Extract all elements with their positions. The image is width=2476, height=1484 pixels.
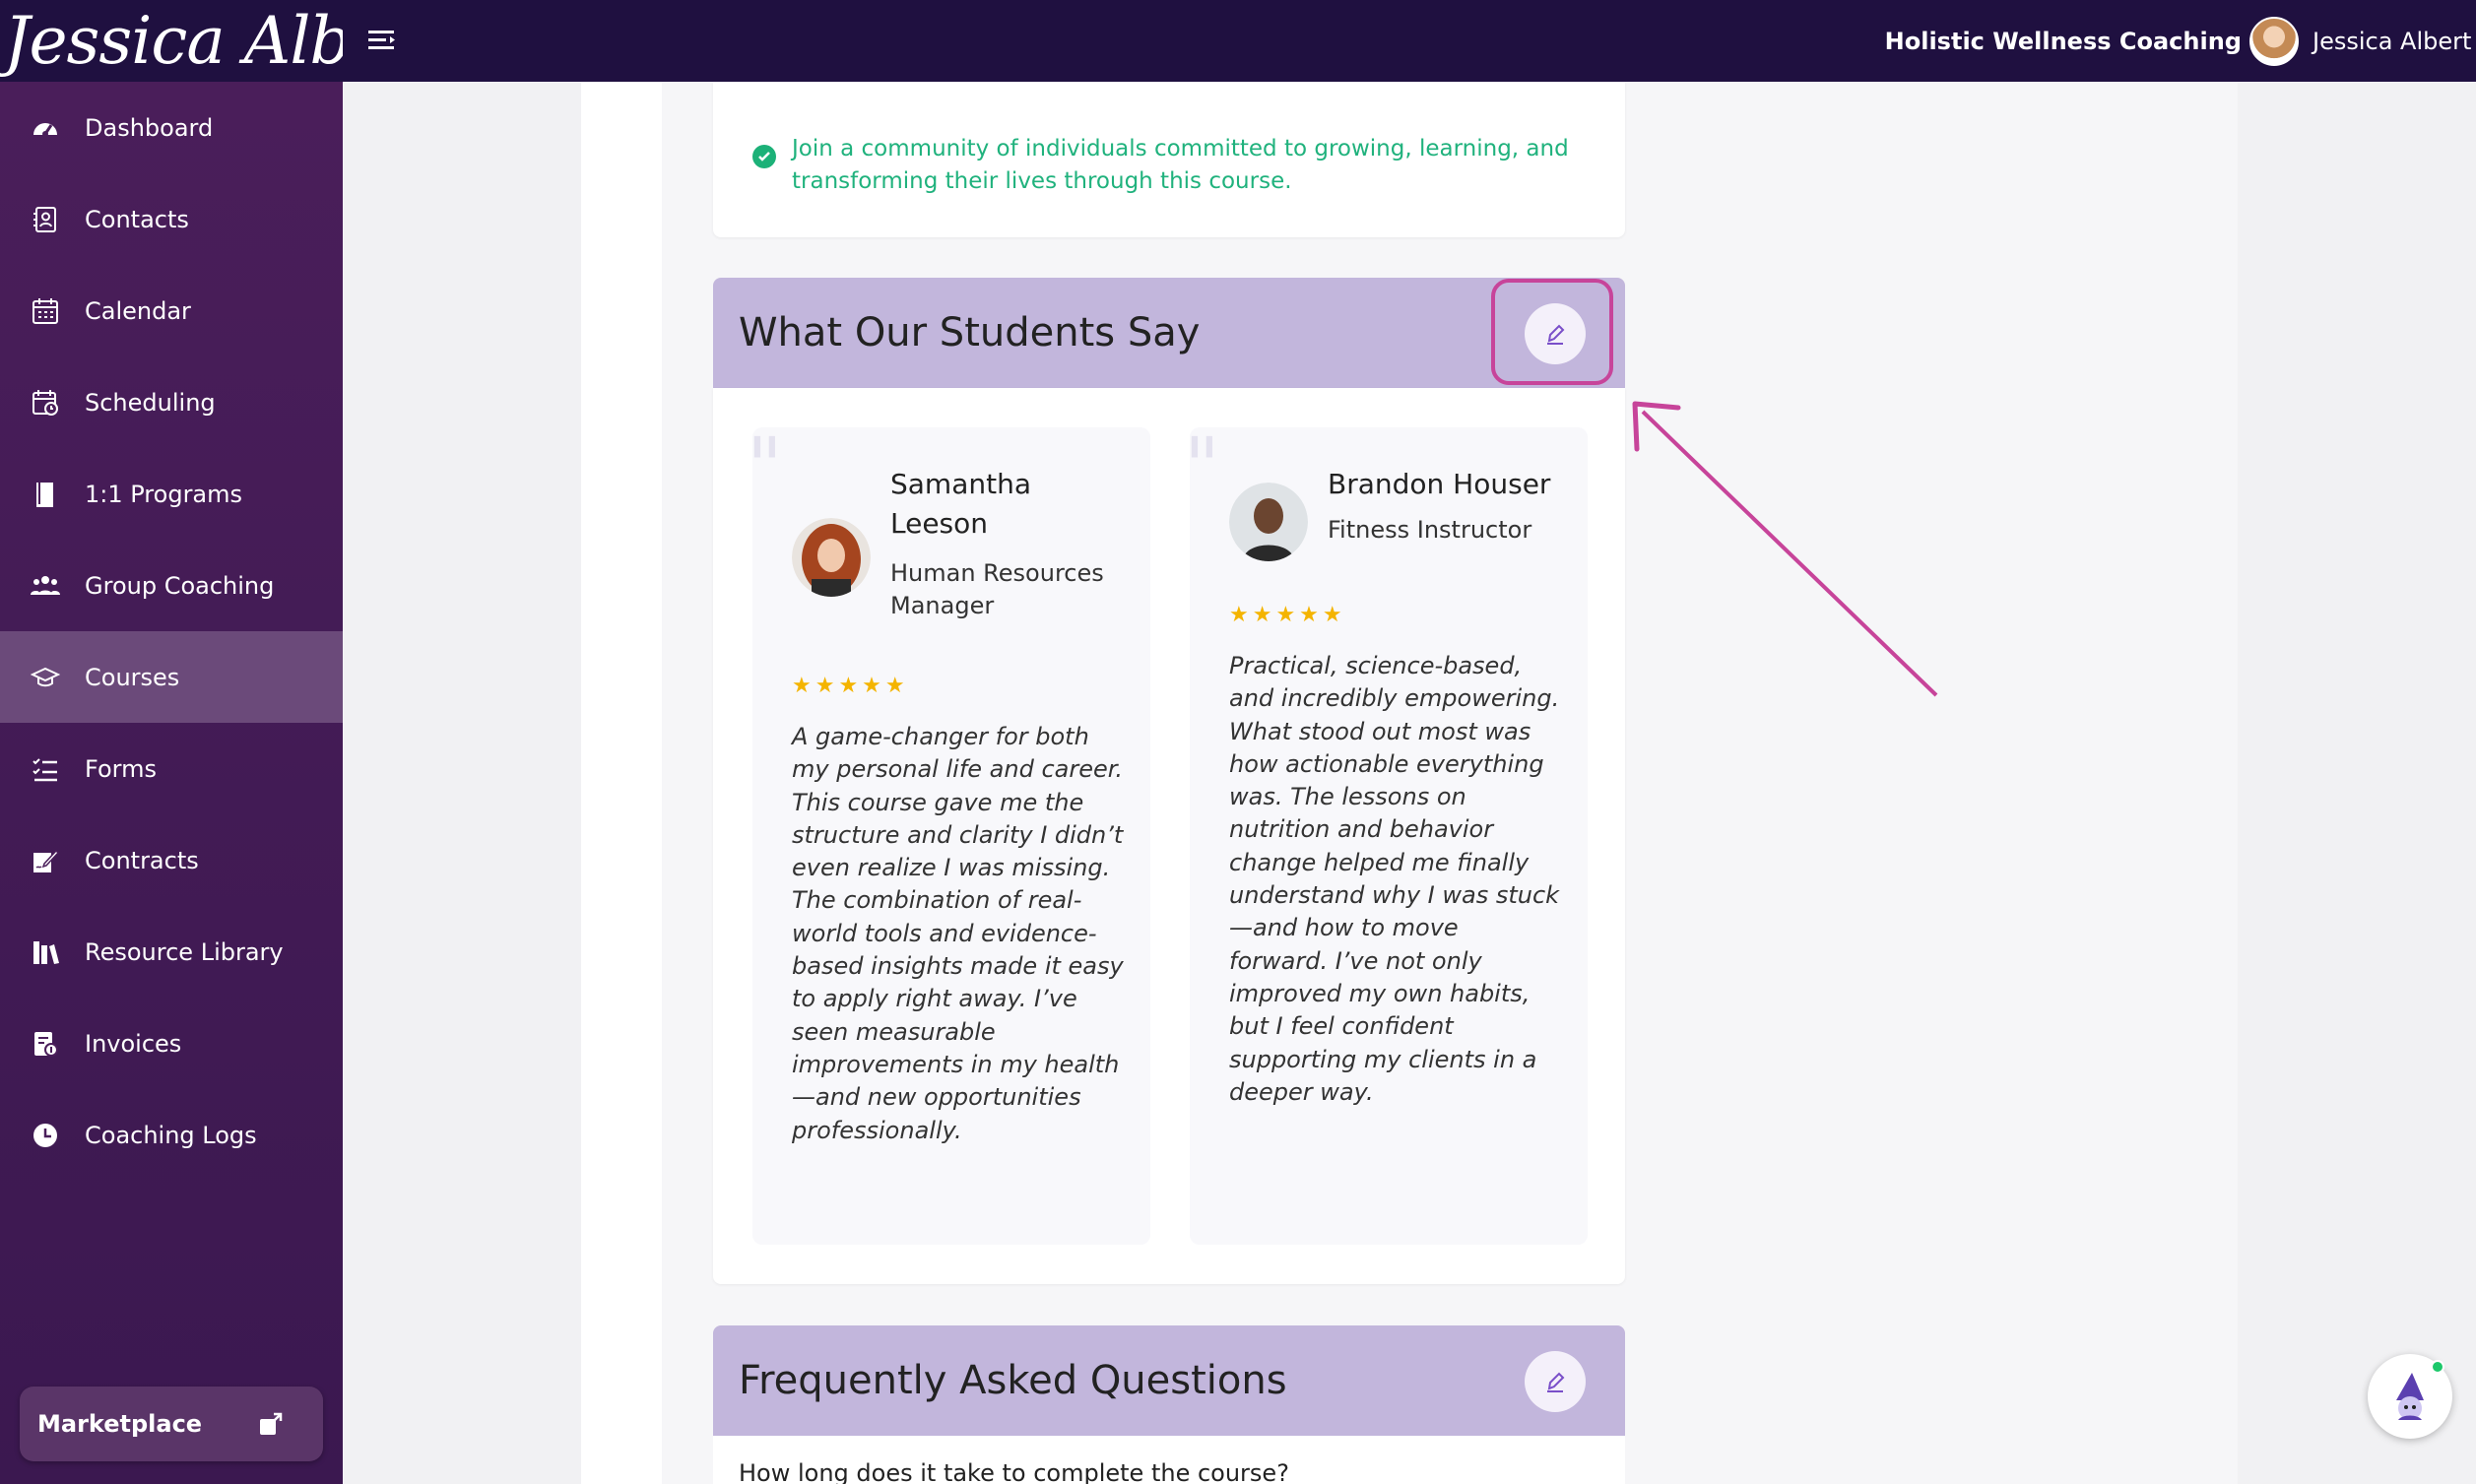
check-circle-icon (752, 145, 776, 168)
testimonial-card: " Brandon Houser Fitness Instructor ★★★★… (1184, 427, 1588, 1245)
testimonial-role: Human Resources Manager (890, 559, 1104, 619)
testimonial-name: Samantha Leeson (890, 468, 1031, 540)
group-icon (30, 570, 61, 602)
sidebar-item-label: Forms (85, 754, 157, 783)
testimonial-role: Fitness Instructor (1328, 516, 1532, 544)
sidebar-item-calendar[interactable]: Calendar (0, 265, 343, 356)
sidebar-item-contacts[interactable]: Contacts (0, 173, 343, 265)
sidebar-item-label: Contracts (85, 846, 199, 874)
testimonial-avatar (1229, 483, 1308, 561)
sidebar-item-label: Courses (85, 663, 180, 691)
user-menu[interactable]: Jessica Albert (2230, 0, 2476, 82)
testimonial-avatar (792, 518, 871, 597)
sidebar-item-label: Coaching Logs (85, 1121, 257, 1149)
sidebar-item-label: Dashboard (85, 113, 214, 142)
sidebar: Dashboard Contacts Calendar Scheduling 1… (0, 82, 343, 1484)
assistant-chat-button[interactable] (2368, 1354, 2452, 1439)
sidebar-item-resource-library[interactable]: Resource Library (0, 906, 343, 998)
star-rating: ★★★★★ (1229, 603, 1346, 627)
contacts-icon (30, 204, 61, 235)
edit-testimonials-button[interactable] (1525, 303, 1586, 364)
user-name: Jessica Albert (2313, 27, 2472, 55)
wizard-bot-icon (2396, 1373, 2424, 1420)
sidebar-item-forms[interactable]: Forms (0, 723, 343, 814)
testimonial-name: Brandon Houser (1328, 468, 1551, 500)
sidebar-item-coaching-logs[interactable]: Coaching Logs (0, 1089, 343, 1181)
testimonial-text: A game-changer for both my personal life… (792, 723, 1124, 1144)
sidebar-item-label: Scheduling (85, 388, 216, 417)
testimonial-card: " Samantha Leeson Human Resources Manage… (747, 427, 1150, 1245)
benefit-item: Join a community of individuals committe… (752, 133, 1580, 198)
forms-icon (30, 753, 61, 785)
sidebar-item-dashboard[interactable]: Dashboard (0, 82, 343, 173)
sidebar-item-label: 1:1 Programs (85, 480, 243, 508)
menu-toggle-button[interactable] (366, 24, 400, 57)
edit-faq-button[interactable] (1525, 1351, 1586, 1412)
sidebar-item-label: Group Coaching (85, 571, 275, 600)
benefit-text: Join a community of individuals committe… (792, 136, 1569, 194)
business-name: Holistic Wellness Coaching (1884, 27, 2242, 55)
sidebar-item-label: Invoices (85, 1029, 182, 1058)
graduation-cap-icon (30, 662, 61, 693)
sidebar-item-invoices[interactable]: Invoices (0, 998, 343, 1089)
testimonials-section: " Samantha Leeson Human Resources Manage… (713, 388, 1625, 1284)
online-status-dot (2431, 1360, 2444, 1374)
dashboard-icon (30, 112, 61, 144)
clock-icon (30, 1120, 61, 1151)
sidebar-item-scheduling[interactable]: Scheduling (0, 356, 343, 448)
external-link-icon (260, 1412, 283, 1435)
marketplace-label: Marketplace (37, 1410, 203, 1438)
calendar-icon (30, 295, 61, 327)
faq-question[interactable]: How long does it take to complete the co… (739, 1459, 1289, 1484)
hamburger-icon (368, 31, 395, 49)
star-rating: ★★★★★ (792, 674, 909, 698)
book-icon (30, 479, 61, 510)
sidebar-item-group-coaching[interactable]: Group Coaching (0, 540, 343, 631)
sidebar-item-label: Calendar (85, 296, 191, 325)
scheduling-icon (30, 387, 61, 419)
sidebar-item-courses[interactable]: Courses (0, 631, 343, 723)
testimonial-text: Practical, science-based, and incredibly… (1229, 652, 1560, 1106)
sidebar-item-contracts[interactable]: Contracts (0, 814, 343, 906)
benefits-card: Join a community of individuals committe… (713, 82, 1625, 237)
section-title: Frequently Asked Questions (739, 1358, 1287, 1403)
invoice-icon (30, 1028, 61, 1060)
quote-icon: " (747, 420, 783, 512)
testimonials-section-header: What Our Students Say (713, 278, 1625, 388)
faq-section-header: Frequently Asked Questions (713, 1325, 1625, 1436)
section-title: What Our Students Say (739, 310, 1201, 355)
user-avatar (2249, 16, 2299, 66)
marketplace-button[interactable]: Marketplace (20, 1387, 323, 1461)
contract-icon (30, 845, 61, 876)
top-bar: Jessica Albert Holistic Wellness Coachin… (0, 0, 2476, 82)
brand-logo[interactable]: Jessica Albert (0, 0, 343, 82)
pencil-icon (1547, 1372, 1565, 1392)
pencil-icon (1547, 324, 1565, 345)
business-switcher[interactable]: Holistic Wellness Coaching (1885, 0, 2279, 82)
library-icon (30, 936, 61, 968)
quote-icon: " (1184, 420, 1220, 512)
sidebar-item-programs[interactable]: 1:1 Programs (0, 448, 343, 540)
sidebar-item-label: Resource Library (85, 937, 284, 966)
sidebar-item-label: Contacts (85, 205, 189, 233)
